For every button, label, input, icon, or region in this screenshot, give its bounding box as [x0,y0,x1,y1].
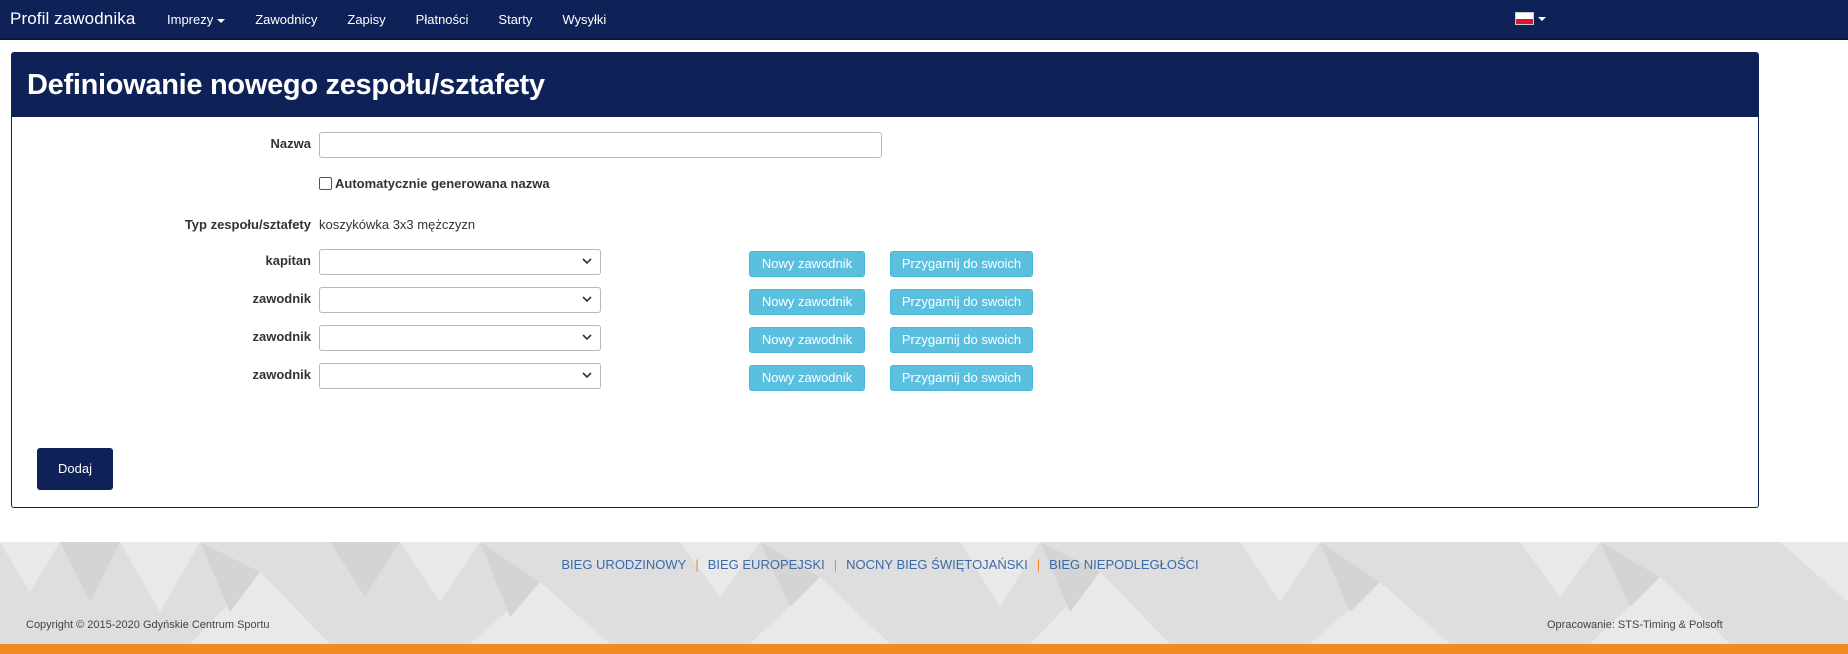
footer-link-bieg-urodzinowy[interactable]: BIEG URODZINOWY [561,557,686,572]
auto-name-label: Automatycznie generowana nazwa [335,176,550,191]
adopt-athlete-button[interactable]: Przygarnij do swoich [890,251,1033,277]
link-separator: | [833,557,838,572]
chevron-down-icon [582,372,592,379]
caret-down-icon [217,18,226,23]
link-separator: | [695,557,699,572]
footer-link-bieg-europejski[interactable]: BIEG EUROPEJSKI [708,557,825,572]
credits-text: Opracowanie: STS-Timing & Polsoft [1547,619,1723,631]
chevron-down-icon [582,258,592,265]
nav-item-zapisy[interactable]: Zapisy [347,12,385,27]
nav-item-label: Imprezy [167,12,214,27]
nav-item-zawodnicy[interactable]: Zawodnicy [255,12,317,27]
chevron-down-icon [582,334,592,341]
footer-link-bieg-niepodleglosci[interactable]: BIEG NIEPODLEGŁOŚCI [1049,557,1199,572]
poland-flag-icon [1515,12,1534,25]
language-dropdown[interactable] [1515,12,1546,25]
nav-item-platnosci[interactable]: Płatności [416,12,469,27]
footer: BIEG URODZINOWY | BIEG EUROPEJSKI | NOCNY BI… [0,542,1848,644]
name-label: Nazwa [270,136,311,151]
member-select[interactable] [319,287,601,313]
team-name-input[interactable] [319,132,882,158]
team-type-value: koszykówka 3x3 mężczyzn [319,217,476,232]
team-type-label: Typ zespołu/sztafety [184,217,311,232]
member-select[interactable] [319,325,601,351]
member-select[interactable] [319,363,601,389]
team-form-panel: Definiowanie nowego zespołu/sztafety Naz… [11,52,1759,508]
auto-name-option[interactable]: Automatycznie generowana nazwa [319,176,550,191]
new-athlete-button[interactable]: Nowy zawodnik [749,251,865,277]
copyright-text: Copyright © 2015-2020 Gdyńskie Centrum S… [26,619,270,631]
add-team-button[interactable]: Dodaj [37,448,113,490]
member-label: zawodnik [252,329,311,344]
top-navbar: Profil zawodnika Imprezy Zawodnicy Zapis… [0,0,1848,40]
nav-item-imprezy[interactable]: Imprezy [167,12,226,27]
adopt-athlete-button[interactable]: Przygarnij do swoich [890,289,1033,315]
member-label: zawodnik [252,291,311,306]
link-separator: | [1036,557,1041,572]
new-athlete-button[interactable]: Nowy zawodnik [749,289,865,315]
member-label: zawodnik [252,367,311,382]
nav-item-wysylki[interactable]: Wysyłki [562,12,606,27]
chevron-down-icon [582,296,592,303]
nav-item-starty[interactable]: Starty [498,12,532,27]
footer-links: BIEG URODZINOWY | BIEG EUROPEJSKI | NOCNY BI… [0,557,1760,572]
footer-link-nocny-bieg[interactable]: NOCNY BIEG ŚWIĘTOJAŃSKI [846,557,1028,572]
main-nav: Imprezy Zawodnicy Zapisy Płatności Start… [167,12,636,27]
captain-select[interactable] [319,249,601,275]
new-athlete-button[interactable]: Nowy zawodnik [749,327,865,353]
new-athlete-button[interactable]: Nowy zawodnik [749,365,865,391]
auto-name-checkbox[interactable] [319,177,332,190]
page-title: Definiowanie nowego zespołu/sztafety [12,53,1758,117]
caret-down-icon [1538,16,1546,21]
captain-label: kapitan [265,253,311,268]
adopt-athlete-button[interactable]: Przygarnij do swoich [890,365,1033,391]
brand-title[interactable]: Profil zawodnika [10,9,135,29]
footer-accent-bar [0,644,1848,654]
adopt-athlete-button[interactable]: Przygarnij do swoich [890,327,1033,353]
